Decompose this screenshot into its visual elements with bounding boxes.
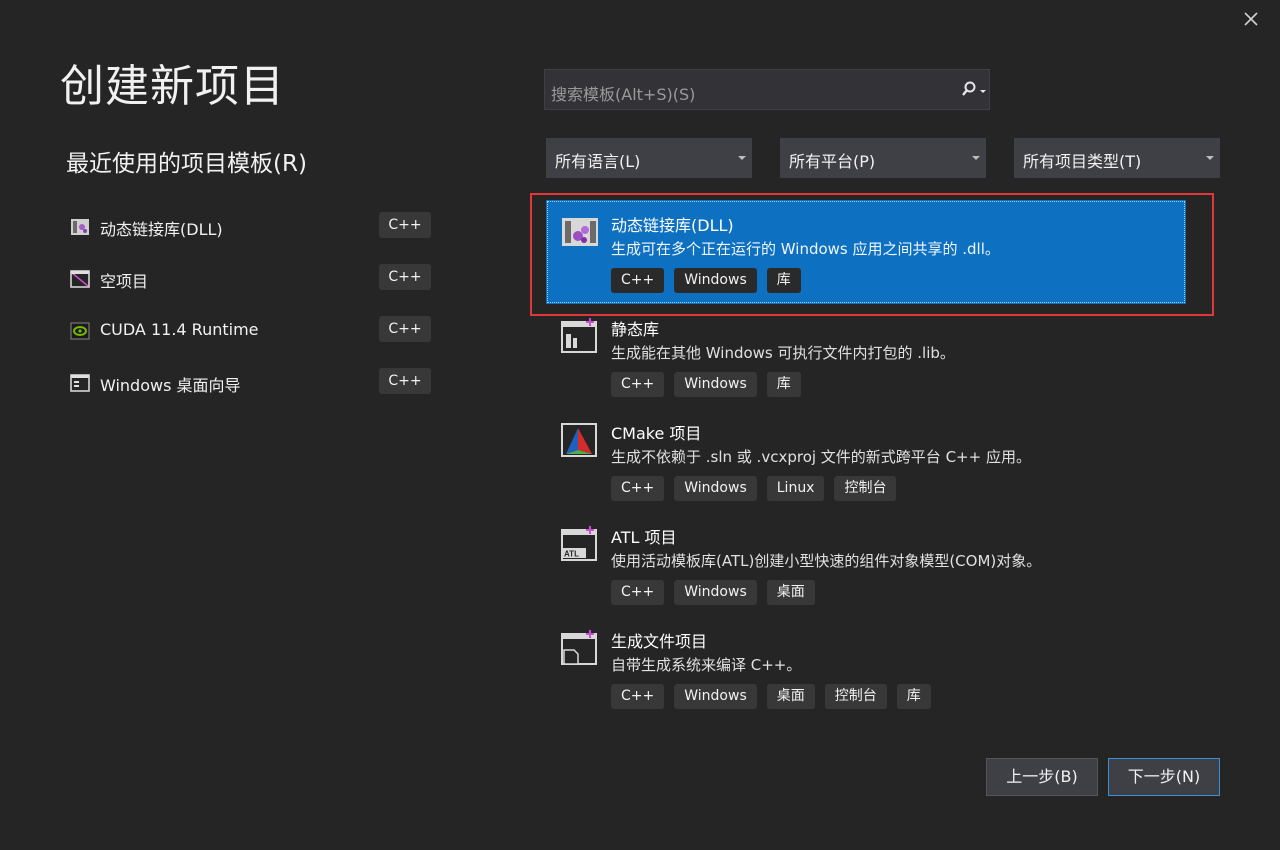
template-item-atl[interactable]: ATL ATL 项目 使用活动模板库(ATL)创建小型快速的组件对象模型(COM… — [546, 512, 1186, 616]
template-list: 动态链接库(DLL) 生成可在多个正在运行的 Windows 应用之间共享的 .… — [546, 200, 1186, 720]
recent-item-label: 空项目 — [100, 272, 149, 291]
recent-item-empty-project[interactable]: 空项目 C++ — [68, 262, 434, 314]
chevron-down-icon — [972, 156, 980, 160]
nvidia-cuda-icon — [70, 322, 90, 340]
recent-item-label: Windows 桌面向导 — [100, 376, 241, 395]
search-options-icon[interactable] — [955, 80, 987, 100]
language-tag: C++ — [379, 212, 431, 238]
page-title: 创建新项目 — [60, 61, 285, 112]
recent-item-desktop-wizard[interactable]: Windows 桌面向导 C++ — [68, 366, 434, 418]
template-tags: C++ Windows 库 — [611, 372, 801, 397]
template-name: ATL 项目 — [611, 528, 677, 547]
language-filter-dropdown[interactable]: 所有语言(L) — [546, 138, 752, 178]
tag: C++ — [611, 580, 665, 605]
tag: C++ — [611, 476, 665, 501]
template-name: 生成文件项目 — [611, 632, 708, 651]
tag: Windows — [674, 580, 757, 605]
template-description: 生成不依赖于 .sln 或 .vcxproj 文件的新式跨平台 C++ 应用。 — [611, 448, 1031, 466]
template-item-dll[interactable]: 动态链接库(DLL) 生成可在多个正在运行的 Windows 应用之间共享的 .… — [546, 200, 1186, 304]
template-item-makefile[interactable]: 生成文件项目 自带生成系统来编译 C++。 C++ Windows 桌面 控制台… — [546, 616, 1186, 720]
template-item-static-library[interactable]: 静态库 生成能在其他 Windows 可执行文件内打包的 .lib。 C++ W… — [546, 304, 1186, 408]
tag: C++ — [611, 684, 665, 709]
svg-text:ATL: ATL — [564, 550, 579, 559]
recent-templates-heading: 最近使用的项目模板(R) — [66, 151, 307, 177]
empty-project-icon — [70, 270, 90, 288]
close-icon[interactable] — [1240, 8, 1262, 30]
recent-item-label: CUDA 11.4 Runtime — [100, 320, 259, 339]
static-library-icon — [561, 318, 597, 353]
template-description: 使用活动模板库(ATL)创建小型快速的组件对象模型(COM)对象。 — [611, 552, 1042, 570]
recent-item-label: 动态链接库(DLL) — [100, 220, 223, 239]
tag: 库 — [896, 684, 931, 709]
template-tags: C++ Windows Linux 控制台 — [611, 476, 897, 501]
template-description: 生成能在其他 Windows 可执行文件内打包的 .lib。 — [611, 344, 955, 362]
project-type-filter-dropdown[interactable]: 所有项目类型(T) — [1014, 138, 1220, 178]
template-name: 动态链接库(DLL) — [611, 216, 734, 235]
next-button[interactable]: 下一步(N) — [1108, 758, 1220, 796]
tag: Linux — [766, 476, 825, 501]
search-placeholder: 搜索模板(Alt+S)(S) — [551, 85, 696, 104]
tag: C++ — [611, 372, 665, 397]
desktop-wizard-icon — [70, 374, 90, 392]
platform-filter-dropdown[interactable]: 所有平台(P) — [780, 138, 986, 178]
tag: Windows — [674, 372, 757, 397]
chevron-down-icon — [1206, 156, 1214, 160]
makefile-project-icon — [561, 630, 597, 665]
language-filter-value: 所有语言(L) — [555, 152, 641, 171]
project-type-filter-value: 所有项目类型(T) — [1023, 152, 1142, 171]
language-tag: C++ — [379, 316, 431, 342]
cmake-icon — [561, 423, 597, 457]
tag: Windows — [674, 268, 757, 293]
language-tag: C++ — [379, 264, 431, 290]
recent-templates-list: 动态链接库(DLL) C++ 空项目 C++ CUDA 11.4 Runtime… — [68, 210, 434, 418]
template-tags: C++ Windows 桌面 控制台 库 — [611, 684, 931, 709]
recent-item-dll[interactable]: 动态链接库(DLL) C++ — [68, 210, 434, 262]
template-tags: C++ Windows 库 — [611, 268, 801, 293]
recent-item-cuda[interactable]: CUDA 11.4 Runtime C++ — [68, 314, 434, 366]
template-description: 自带生成系统来编译 C++。 — [611, 656, 802, 674]
tag: C++ — [611, 268, 665, 293]
template-search-input[interactable]: 搜索模板(Alt+S)(S) — [544, 69, 990, 110]
tag: 库 — [766, 268, 801, 293]
back-button[interactable]: 上一步(B) — [986, 758, 1098, 796]
atl-project-icon: ATL — [561, 526, 597, 561]
template-description: 生成可在多个正在运行的 Windows 应用之间共享的 .dll。 — [611, 240, 1000, 258]
tag: 控制台 — [834, 476, 897, 501]
template-item-cmake[interactable]: CMake 项目 生成不依赖于 .sln 或 .vcxproj 文件的新式跨平台… — [546, 408, 1186, 512]
chevron-down-icon — [738, 156, 746, 160]
tag: 桌面 — [766, 684, 815, 709]
close-button[interactable] — [1240, 8, 1262, 30]
tag: 桌面 — [766, 580, 815, 605]
language-tag: C++ — [379, 368, 431, 394]
tag: 库 — [766, 372, 801, 397]
dll-library-icon — [71, 219, 89, 235]
tag: Windows — [674, 476, 757, 501]
tag: Windows — [674, 684, 757, 709]
template-name: CMake 项目 — [611, 424, 702, 443]
template-name: 静态库 — [611, 320, 660, 339]
dll-library-icon — [562, 218, 598, 246]
platform-filter-value: 所有平台(P) — [789, 152, 876, 171]
template-tags: C++ Windows 桌面 — [611, 580, 815, 605]
tag: 控制台 — [824, 684, 887, 709]
